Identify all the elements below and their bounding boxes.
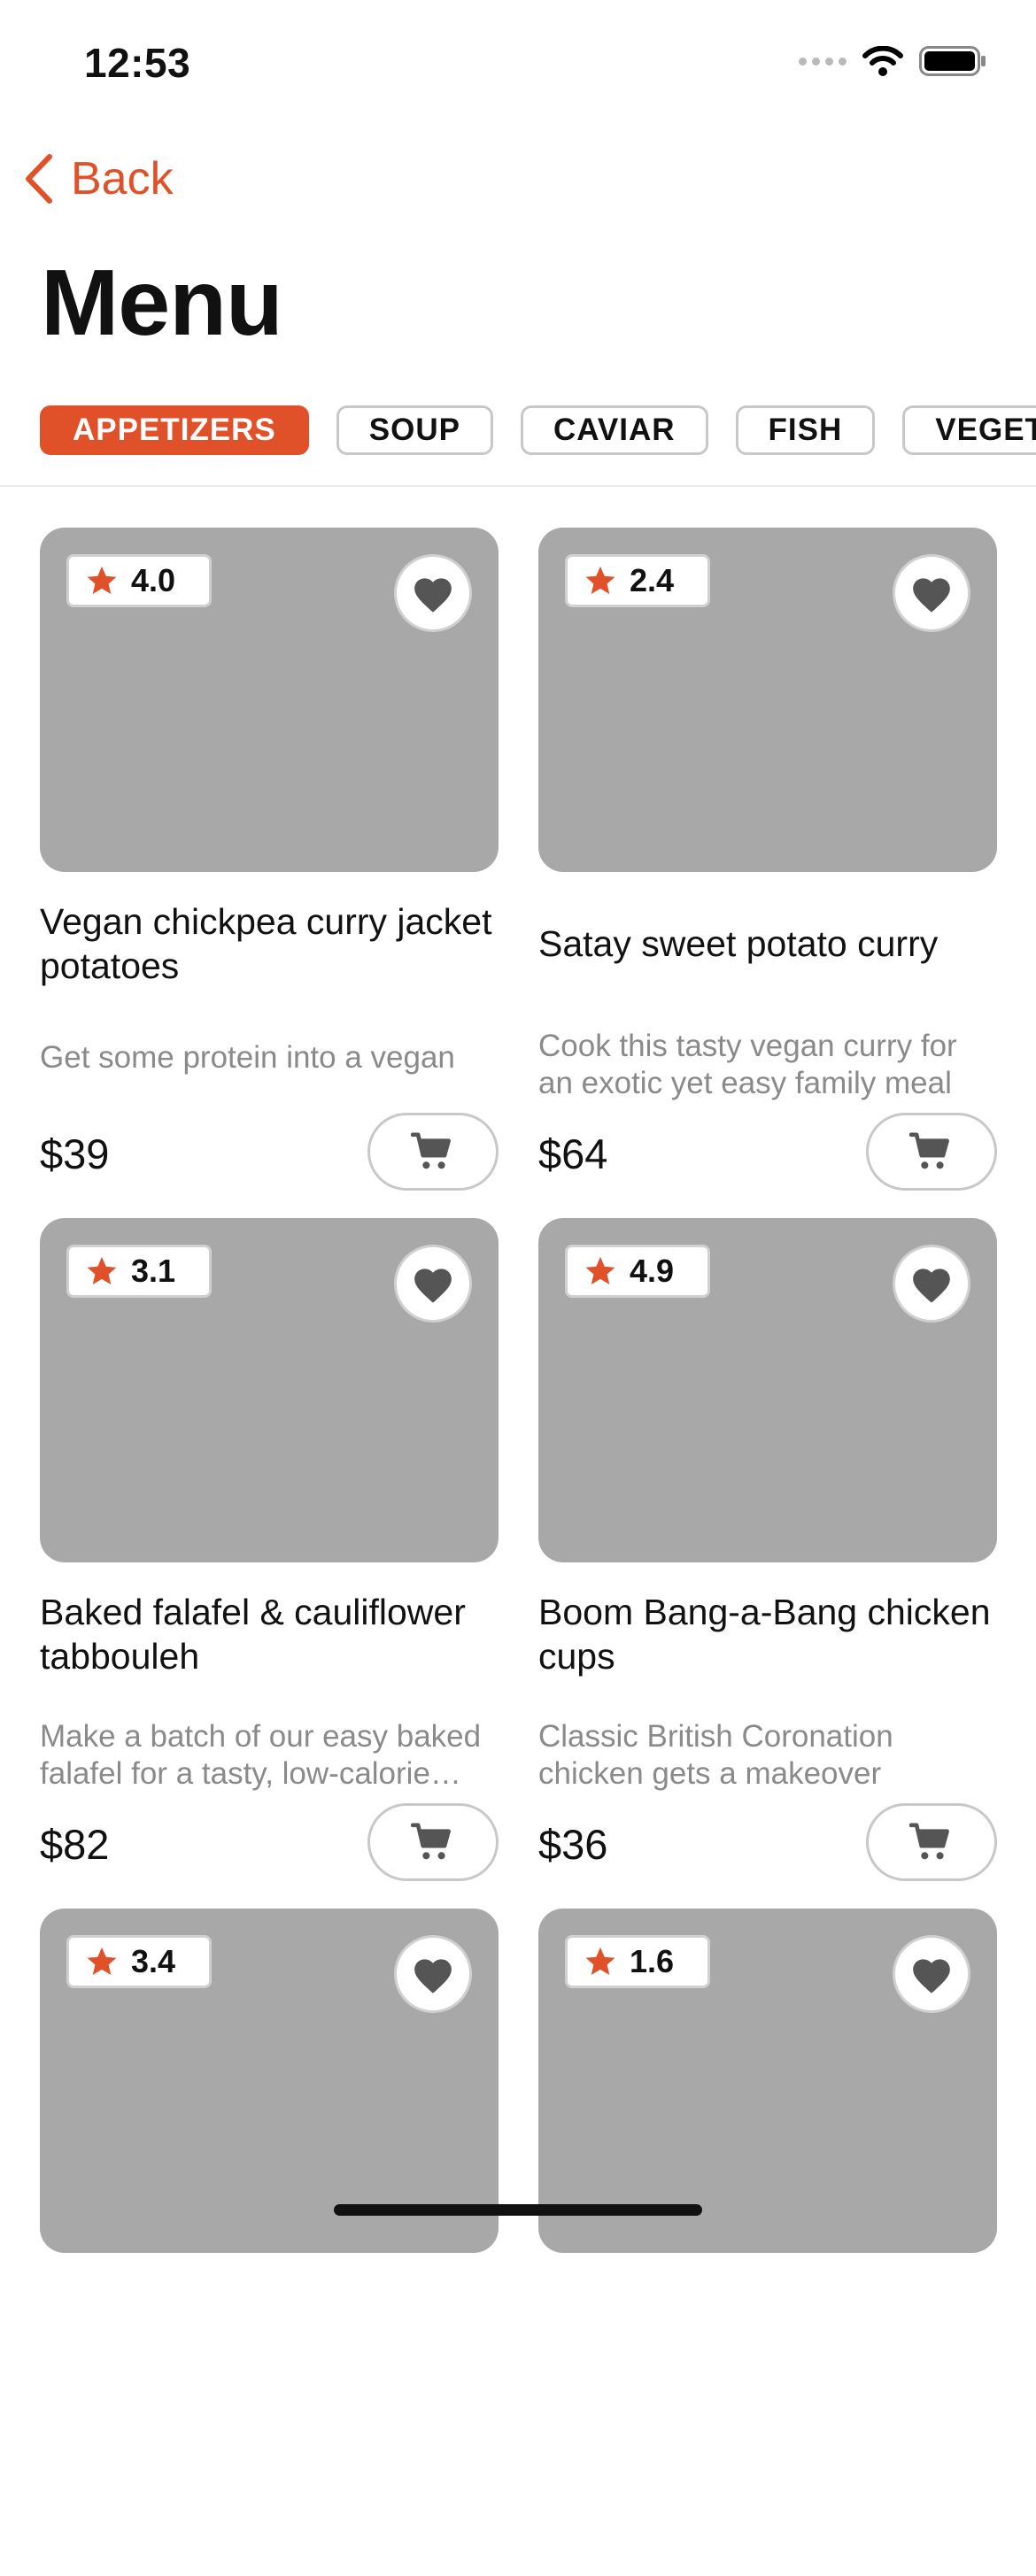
menu-item-card[interactable]: 4.0 Vegan chickpea curry jacket potatoes… — [40, 528, 499, 1195]
star-icon — [87, 566, 117, 595]
status-icons — [799, 46, 986, 76]
star-icon — [87, 1947, 117, 1976]
menu-item-price: $64 — [538, 1130, 608, 1177]
favorite-button[interactable] — [893, 554, 970, 632]
rating-value: 4.9 — [630, 1253, 675, 1289]
menu-item-card[interactable]: 2.4 Satay sweet potato curry Cook this t… — [538, 528, 997, 1195]
menu-item-price: $36 — [538, 1821, 608, 1868]
menu-item-card[interactable]: 1.6 — [538, 1909, 997, 2576]
favorite-button[interactable] — [394, 1245, 472, 1323]
cart-icon — [909, 1823, 949, 1860]
cellular-signal-icon — [799, 57, 847, 66]
favorite-button[interactable] — [394, 1935, 472, 2013]
menu-item-title: Satay sweet potato curry — [538, 923, 939, 964]
heart-icon — [913, 1269, 950, 1303]
rating-value: 3.4 — [131, 1943, 176, 1979]
tabs-divider — [0, 485, 1036, 487]
star-icon — [585, 566, 615, 595]
menu-item-title: Boom Bang-a-Bang chicken cups — [538, 1592, 991, 1677]
menu-item-price: $39 — [40, 1130, 110, 1177]
menu-item-card[interactable]: 3.1 Baked falafel & cauliflower tabboule… — [40, 1218, 499, 1886]
heart-icon — [414, 578, 452, 613]
favorite-button[interactable] — [893, 1935, 970, 2013]
heart-icon — [913, 578, 950, 613]
wifi-icon — [862, 46, 903, 76]
cart-icon — [909, 1132, 949, 1169]
menu-item-title: Vegan chickpea curry jacket potatoes — [40, 901, 492, 986]
star-icon — [585, 1947, 615, 1976]
star-icon — [87, 1256, 117, 1285]
home-indicator[interactable] — [334, 2204, 702, 2216]
menu-item-price: $82 — [40, 1821, 110, 1868]
rating-value: 2.4 — [630, 562, 675, 598]
rating-badge: 4.9 — [565, 1245, 710, 1298]
rating-value: 3.1 — [131, 1253, 176, 1289]
menu-item-description: Make a batch of our easy baked falafel f… — [40, 1719, 482, 1791]
menu-item-description: Classic British Coronation chicken gets … — [538, 1719, 893, 1791]
menu-grid: 4.0 Vegan chickpea curry jacket potatoes… — [40, 528, 997, 2576]
back-button[interactable]: Back — [23, 152, 174, 205]
tab-appetizers[interactable]: APPETIZERS — [40, 405, 309, 455]
menu-item-card[interactable]: 3.4 — [40, 1909, 499, 2576]
add-to-cart-button[interactable] — [866, 1803, 997, 1881]
status-time: 12:53 — [84, 40, 191, 86]
page-title: Menu — [41, 251, 283, 355]
favorite-button[interactable] — [893, 1245, 970, 1323]
menu-item-description: Get some protein into a vegan — [40, 1040, 455, 1075]
menu-item-description: Cook this tasty vegan curry for an exoti… — [538, 1029, 957, 1100]
add-to-cart-button[interactable] — [367, 1113, 499, 1191]
rating-value: 4.0 — [131, 562, 176, 598]
favorite-button[interactable] — [394, 554, 472, 632]
heart-icon — [414, 1269, 452, 1303]
cart-icon — [411, 1132, 451, 1169]
add-to-cart-button[interactable] — [367, 1803, 499, 1881]
tab-caviar[interactable]: CAVIAR — [520, 405, 708, 455]
tab-fish[interactable]: FISH — [735, 405, 876, 455]
back-label: Back — [71, 153, 174, 204]
rating-badge: 1.6 — [565, 1935, 710, 1988]
rating-badge: 2.4 — [565, 554, 710, 607]
rating-value: 1.6 — [630, 1943, 675, 1979]
category-tabs: APPETIZERS SOUP CAVIAR FISH VEGET — [40, 405, 1036, 455]
heart-icon — [913, 1959, 950, 1994]
chevron-left-icon — [26, 154, 52, 204]
tab-soup[interactable]: SOUP — [336, 405, 493, 455]
rating-badge: 4.0 — [66, 554, 212, 607]
star-icon — [585, 1256, 615, 1285]
rating-badge: 3.4 — [66, 1935, 212, 1988]
add-to-cart-button[interactable] — [866, 1113, 997, 1191]
menu-item-card[interactable]: 4.9 Boom Bang-a-Bang chicken cups Classi… — [538, 1218, 997, 1886]
rating-badge: 3.1 — [66, 1245, 212, 1298]
tab-vegetables[interactable]: VEGET — [902, 405, 1036, 455]
cart-icon — [411, 1823, 451, 1860]
battery-icon — [919, 46, 986, 76]
heart-icon — [414, 1959, 452, 1994]
menu-item-title: Baked falafel & cauliflower tabbouleh — [40, 1592, 466, 1677]
